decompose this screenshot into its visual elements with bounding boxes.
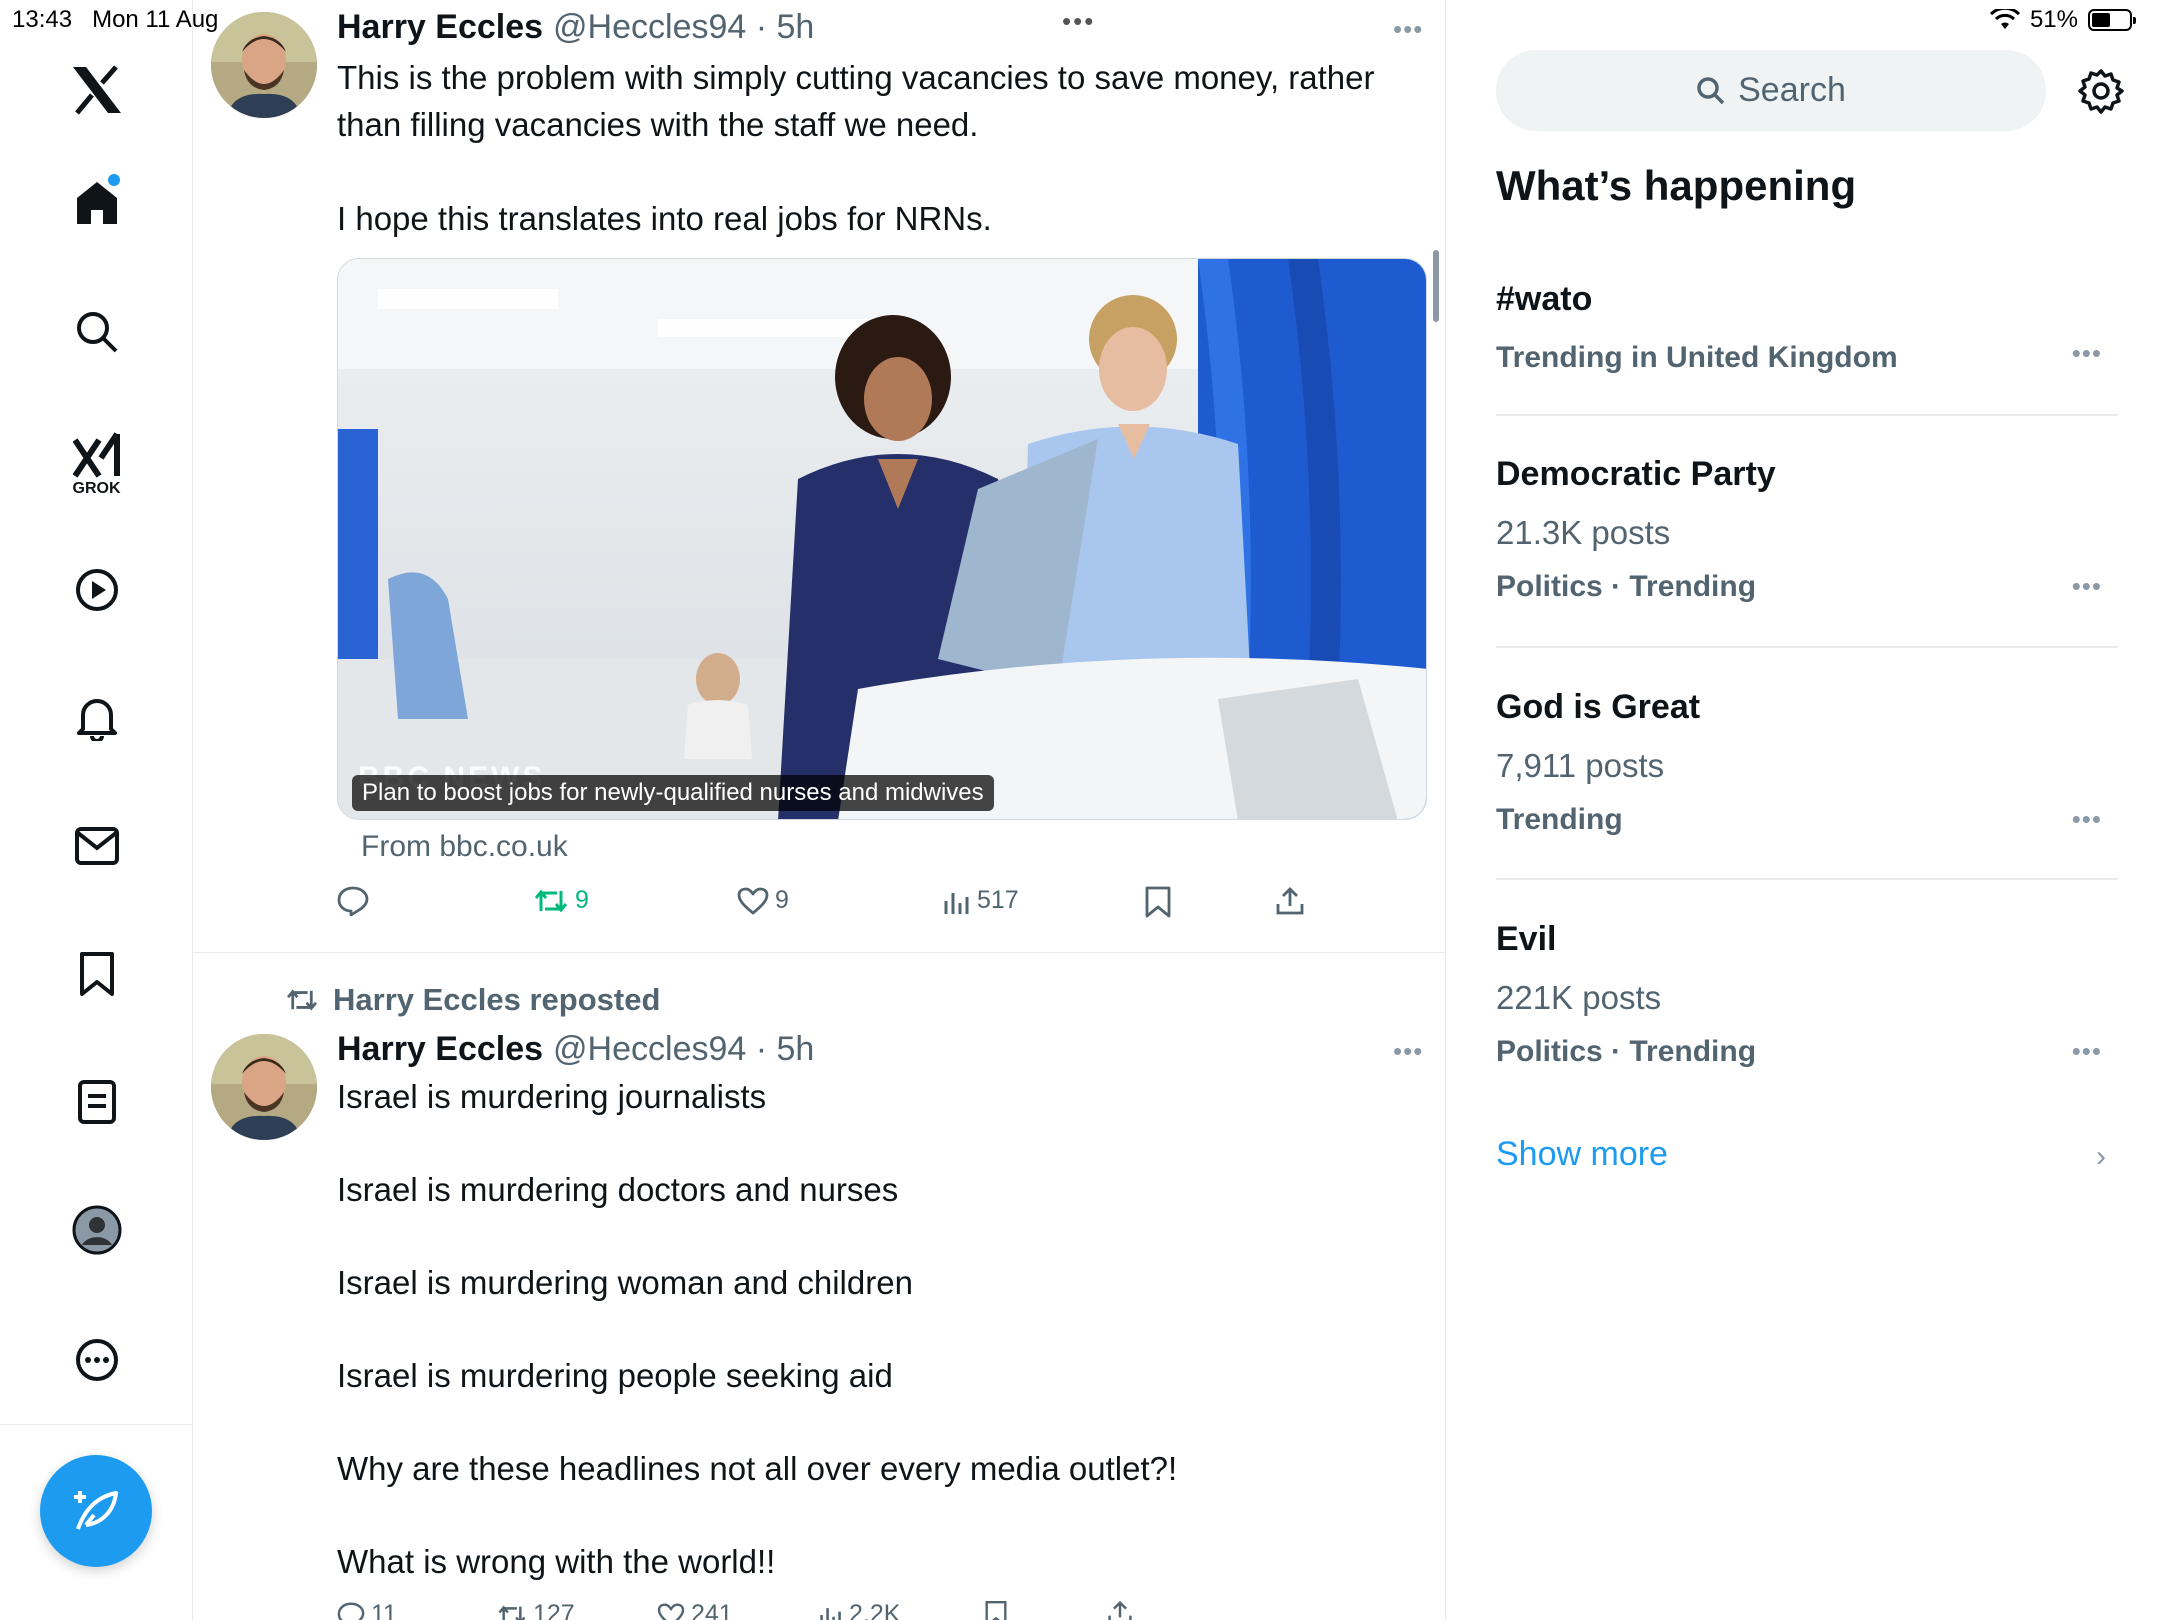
- trend-divider: [1496, 414, 2118, 416]
- tweet-header: Harry Eccles @Heccles94 · 5h: [337, 1030, 814, 1069]
- chevron-right-icon: ›: [2096, 1140, 2106, 1173]
- search-icon: [1697, 76, 1725, 104]
- author-name[interactable]: Harry Eccles: [337, 1030, 543, 1069]
- reply-button[interactable]: 11: [337, 1600, 397, 1620]
- more-icon[interactable]: •••: [1393, 1036, 1423, 1067]
- card-image: [338, 259, 1426, 819]
- views-button[interactable]: 517: [943, 886, 1019, 915]
- views-icon: [944, 892, 969, 914]
- list-icon: [77, 1080, 116, 1124]
- card-source[interactable]: From bbc.co.uk: [361, 830, 568, 864]
- trend-item[interactable]: Democratic Party 21.3K posts Politics · …: [1496, 455, 2118, 604]
- settings-button[interactable]: [2078, 68, 2124, 119]
- heart-icon: [737, 887, 769, 914]
- bookmark-icon: [1145, 886, 1171, 918]
- search-icon: [76, 312, 117, 353]
- trend-divider: [1496, 646, 2118, 648]
- avatar[interactable]: [211, 12, 317, 118]
- retweet-button[interactable]: 127: [497, 1600, 575, 1620]
- search-input[interactable]: Search: [1496, 50, 2046, 131]
- share-button[interactable]: [1107, 1600, 1133, 1620]
- nav-profile[interactable]: [0, 1200, 193, 1260]
- repost-indicator[interactable]: Harry Eccles reposted: [285, 982, 660, 1018]
- nav-messages[interactable]: [0, 816, 193, 876]
- search-placeholder: Search: [1738, 71, 1846, 109]
- more-icon[interactable]: •••: [2072, 1036, 2102, 1067]
- avatar[interactable]: [211, 1034, 317, 1140]
- right-sidebar: Search What’s happening #wato Trending i…: [1446, 0, 2160, 1620]
- scrollbar[interactable]: [1433, 250, 1439, 322]
- tweet-text: Israel is murdering journalists Israel i…: [337, 1078, 1178, 1580]
- bookmark-icon: [985, 1600, 1007, 1620]
- notification-dot: [108, 174, 120, 186]
- share-icon: [1108, 1600, 1132, 1620]
- avatar-photo: [211, 12, 317, 118]
- timeline-feed: Harry Eccles @Heccles94 · 5h ••• This is…: [193, 0, 1446, 1620]
- like-button[interactable]: 9: [737, 886, 789, 915]
- compose-icon: [74, 1491, 118, 1530]
- play-icon: [75, 569, 118, 611]
- reply-icon: [337, 1602, 365, 1620]
- more-icon[interactable]: •••: [2072, 804, 2102, 835]
- x-logo-icon: [72, 65, 121, 115]
- bookmark-button[interactable]: [985, 1600, 1007, 1620]
- nav-divider: [0, 1424, 193, 1425]
- more-icon[interactable]: •••: [1393, 14, 1423, 45]
- tweet-divider: [193, 952, 1445, 953]
- nav-grok[interactable]: GROK: [0, 425, 193, 505]
- compose-button[interactable]: [40, 1455, 152, 1567]
- nav-video[interactable]: [0, 560, 193, 620]
- tweet-text: This is the problem with simply cutting …: [337, 59, 1375, 237]
- grok-icon: [72, 432, 120, 478]
- nav-more[interactable]: [0, 1330, 193, 1390]
- share-icon: [1276, 887, 1304, 915]
- views-icon: [820, 1607, 841, 1620]
- reply-icon: [337, 886, 369, 916]
- trend-item[interactable]: #wato Trending in United Kingdom •••: [1496, 280, 2118, 375]
- envelope-icon: [74, 827, 119, 865]
- trend-divider: [1496, 878, 2118, 880]
- more-icon[interactable]: •••: [2072, 338, 2102, 369]
- card-caption: Plan to boost jobs for newly-qualified n…: [352, 775, 994, 811]
- author-handle[interactable]: @Heccles94 · 5h: [553, 1030, 814, 1069]
- section-title: What’s happening: [1496, 162, 1857, 209]
- nav-notifications[interactable]: [0, 688, 193, 748]
- link-card[interactable]: BBC NEWS Plan to boost jobs for newly-qu…: [337, 258, 1427, 820]
- sidebar-nav: GROK: [0, 0, 193, 1620]
- retweet-icon: [534, 889, 568, 912]
- retweet-button[interactable]: 9: [533, 886, 589, 915]
- retweet-icon: [287, 989, 317, 1011]
- views-button[interactable]: 2.2K: [819, 1600, 900, 1620]
- show-more-link[interactable]: Show more: [1496, 1135, 1668, 1174]
- reply-button[interactable]: [337, 886, 375, 916]
- avatar-photo: [211, 1034, 317, 1140]
- grok-label: GROK: [72, 480, 121, 497]
- nav-lists[interactable]: [0, 1072, 193, 1132]
- trend-item[interactable]: Evil 221K posts Politics · Trending •••: [1496, 920, 2118, 1069]
- x-logo[interactable]: [0, 60, 193, 120]
- tweet-header: Harry Eccles @Heccles94 · 5h: [337, 8, 814, 47]
- profile-avatar-icon: [72, 1205, 121, 1255]
- bookmark-button[interactable]: [1145, 886, 1171, 918]
- share-button[interactable]: [1275, 886, 1305, 916]
- bookmark-icon: [79, 952, 114, 996]
- heart-icon: [657, 1603, 685, 1620]
- nav-home[interactable]: [0, 172, 193, 232]
- retweet-icon: [498, 1605, 526, 1620]
- author-name[interactable]: Harry Eccles: [337, 8, 543, 47]
- nav-explore[interactable]: [0, 302, 193, 362]
- nav-bookmarks[interactable]: [0, 944, 193, 1004]
- more-icon[interactable]: •••: [2072, 571, 2102, 602]
- trend-item[interactable]: God is Great 7,911 posts Trending •••: [1496, 688, 2118, 837]
- like-button[interactable]: 241: [657, 1600, 733, 1620]
- bell-icon: [76, 699, 117, 741]
- author-handle[interactable]: @Heccles94 · 5h: [553, 8, 814, 47]
- gear-icon: [2078, 69, 2124, 114]
- more-circle-icon: [75, 1339, 118, 1381]
